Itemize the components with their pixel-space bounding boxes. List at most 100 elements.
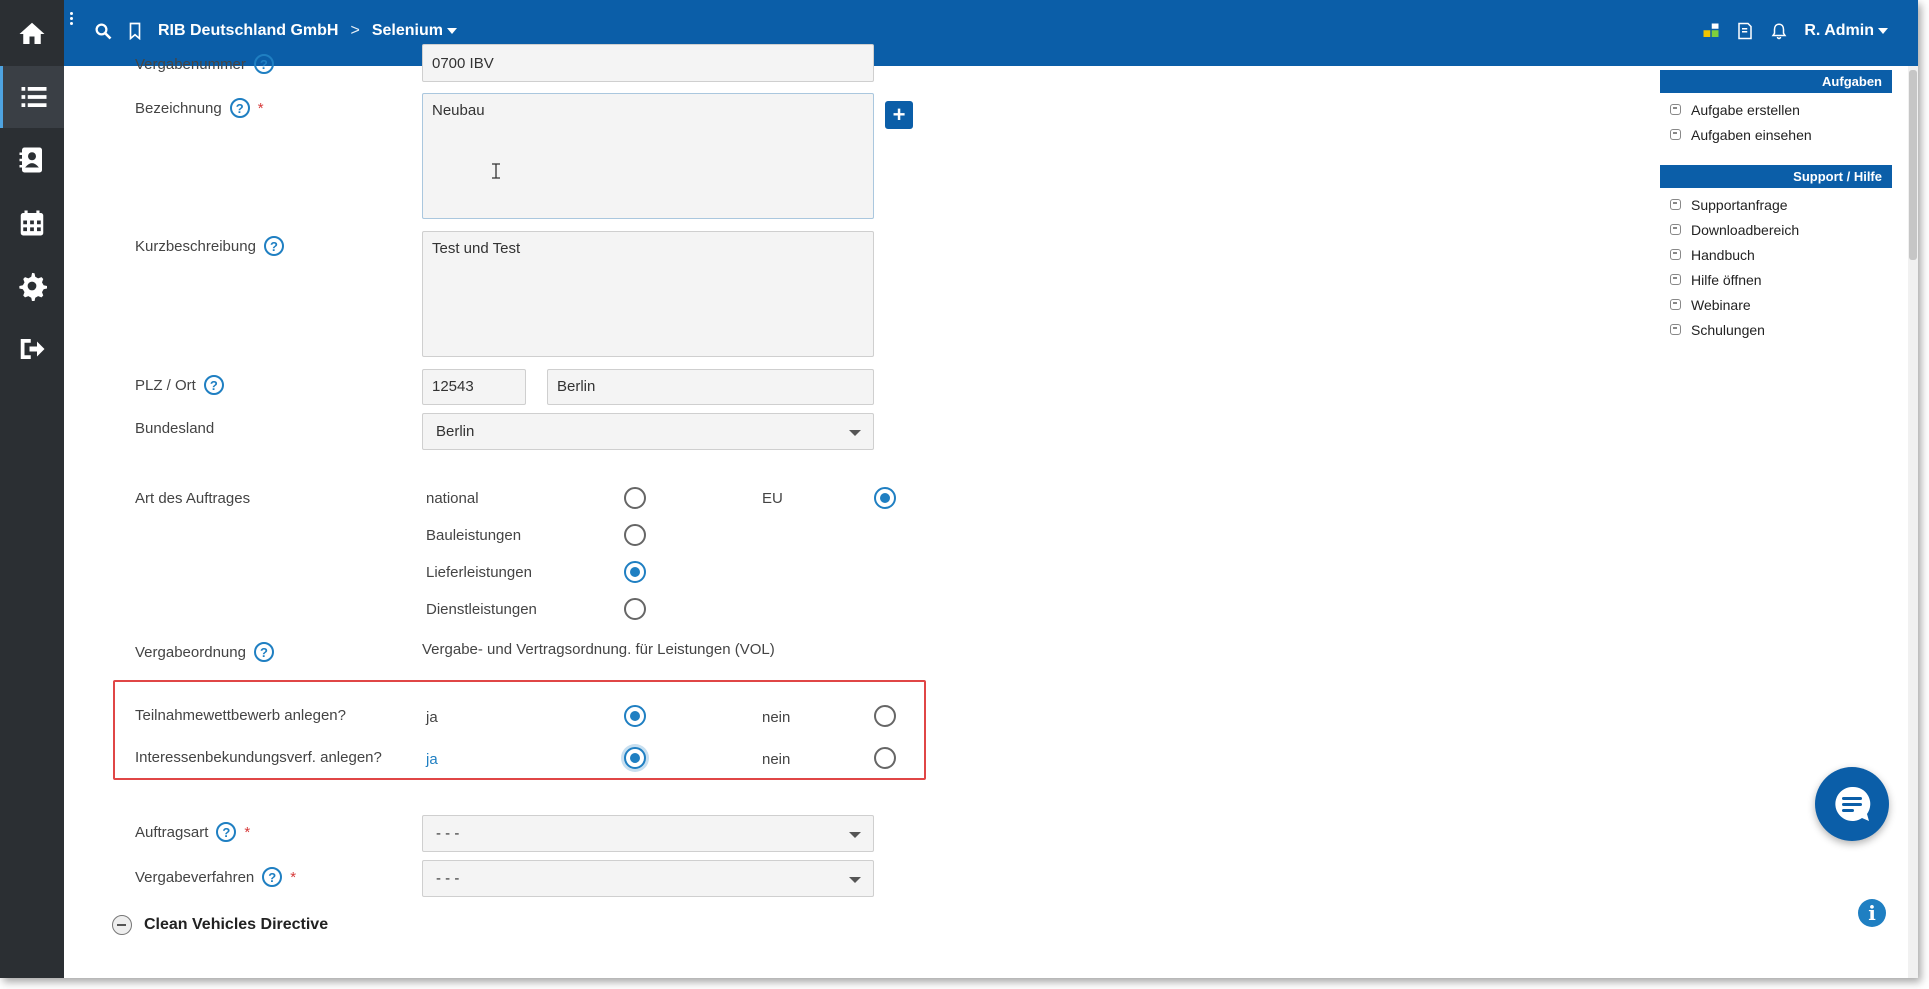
link-bullet-icon <box>1670 274 1681 285</box>
radio-interessen-ja[interactable] <box>624 747 646 769</box>
radio-teilnahme-ja[interactable] <box>624 705 646 727</box>
panel-link-aufgaben-einsehen[interactable]: Aufgaben einsehen <box>1660 122 1892 147</box>
panel-link-schulungen[interactable]: Schulungen <box>1660 317 1892 342</box>
link-bullet-icon <box>1670 224 1681 235</box>
breadcrumb-separator: > <box>350 22 360 39</box>
option-national-label: national <box>426 490 479 507</box>
radio-national[interactable] <box>624 487 646 509</box>
calendar-icon[interactable] <box>0 192 64 254</box>
radio-lieferleistungen[interactable] <box>624 561 646 583</box>
chat-button[interactable] <box>1815 767 1889 841</box>
vergabeverfahren-label: Vergabeverfahren? * <box>135 867 297 887</box>
bookmark-icon[interactable] <box>126 22 144 40</box>
teilnahme-nein-label: nein <box>762 709 791 726</box>
link-bullet-icon <box>1670 129 1681 140</box>
left-sidebar <box>0 0 64 978</box>
logout-icon[interactable] <box>0 318 64 380</box>
note-icon[interactable] <box>1736 22 1754 40</box>
kurzbeschreibung-label: Kurzbeschreibung? <box>135 236 284 256</box>
chevron-down-icon[interactable] <box>1878 28 1888 34</box>
info-icon[interactable]: i <box>1858 899 1886 927</box>
required-marker: * <box>257 99 264 117</box>
panel-link-supportanfrage[interactable]: Supportanfrage <box>1660 192 1892 217</box>
help-icon[interactable]: ? <box>229 98 250 118</box>
panel-title-support: Support / Hilfe <box>1660 165 1892 188</box>
text-cursor-icon <box>492 163 500 179</box>
apps-icon[interactable] <box>1702 22 1720 40</box>
chevron-down-icon <box>849 832 861 838</box>
chevron-down-icon[interactable] <box>446 28 457 34</box>
bezeichnung-label: Bezeichnung? * <box>135 98 264 118</box>
help-icon[interactable]: ? <box>216 822 237 842</box>
interessen-label: Interessenbekundungsverf. anlegen? <box>135 749 382 766</box>
help-icon[interactable]: ? <box>253 642 274 662</box>
ort-input[interactable]: Berlin <box>547 369 874 405</box>
option-dienstleistungen-label: Dienstleistungen <box>426 601 537 618</box>
support-panel: Support / Hilfe Supportanfrage Downloadb… <box>1660 165 1892 342</box>
interessen-nein-label: nein <box>762 751 791 768</box>
auftragsart-label: Auftragsart? * <box>135 822 251 842</box>
link-bullet-icon <box>1670 249 1681 260</box>
vergabeordnung-label: Vergabeordnung? <box>135 642 274 662</box>
scrollbar-thumb[interactable] <box>1909 70 1917 260</box>
breadcrumb-project[interactable]: Selenium <box>372 22 443 40</box>
vergabenummer-label: Vergabenummer? <box>135 54 274 74</box>
bundesland-value: Berlin <box>436 423 475 440</box>
interessen-ja-label: ja <box>426 751 438 768</box>
option-bauleistungen-label: Bauleistungen <box>426 527 522 544</box>
collapse-icon[interactable] <box>112 915 132 935</box>
add-button[interactable]: + <box>885 101 913 129</box>
vergabeordnung-value: Vergabe- und Vertragsordnung. für Leistu… <box>422 641 775 658</box>
radio-teilnahme-nein[interactable] <box>874 705 896 727</box>
user-menu[interactable]: R. Admin <box>1804 22 1874 40</box>
auftragsart-select[interactable]: - - - <box>422 815 874 852</box>
help-icon[interactable]: ? <box>263 236 284 256</box>
link-bullet-icon <box>1670 104 1681 115</box>
bundesland-label: Bundesland <box>135 420 215 437</box>
plz-ort-label: PLZ / Ort? <box>135 375 224 395</box>
plz-input[interactable]: 12543 <box>422 369 526 405</box>
home-icon[interactable] <box>0 3 64 65</box>
link-bullet-icon <box>1670 324 1681 335</box>
vergabeverfahren-select[interactable]: - - - <box>422 860 874 897</box>
search-icon[interactable] <box>94 22 112 40</box>
section-title: Clean Vehicles Directive <box>144 916 329 933</box>
option-eu-label: EU <box>762 490 783 507</box>
radio-eu[interactable] <box>874 487 896 509</box>
app-window: RIB Deutschland GmbH > Selenium R. Admin… <box>0 0 1918 978</box>
bezeichnung-textarea[interactable]: Neubau <box>422 93 874 219</box>
top-bar: RIB Deutschland GmbH > Selenium R. Admin <box>64 0 1918 66</box>
chat-icon <box>1835 786 1871 821</box>
option-lieferleistungen-label: Lieferleistungen <box>426 564 532 581</box>
radio-dienstleistungen[interactable] <box>624 598 646 620</box>
panel-link-aufgabe-erstellen[interactable]: Aufgabe erstellen <box>1660 97 1892 122</box>
chevron-down-icon <box>849 877 861 883</box>
teilnahme-label: Teilnahmewettbewerb anlegen? <box>135 707 346 724</box>
radio-interessen-nein[interactable] <box>874 747 896 769</box>
vergabenummer-field[interactable]: 0700 IBV <box>422 44 874 82</box>
auftragsart-value: - - - <box>436 825 460 842</box>
panel-link-webinare[interactable]: Webinare <box>1660 292 1892 317</box>
list-icon[interactable] <box>0 66 64 128</box>
help-icon[interactable]: ? <box>203 375 224 395</box>
breadcrumb-company[interactable]: RIB Deutschland GmbH <box>158 22 338 40</box>
help-icon[interactable]: ? <box>262 867 283 887</box>
bundesland-select[interactable]: Berlin <box>422 413 874 450</box>
panel-link-handbuch[interactable]: Handbuch <box>1660 242 1892 267</box>
kurzbeschreibung-textarea[interactable]: Test und Test <box>422 231 874 357</box>
chevron-down-icon <box>849 430 861 436</box>
form-area: Vergabenummer? 0700 IBV Bezeichnung? * Ne… <box>64 44 964 978</box>
bell-icon[interactable] <box>1770 22 1788 40</box>
aufgaben-panel: Aufgaben Aufgabe erstellen Aufgaben eins… <box>1660 70 1892 147</box>
contacts-icon[interactable] <box>0 129 64 191</box>
vergabeverfahren-value: - - - <box>436 870 460 887</box>
panel-link-hilfe-oeffnen[interactable]: Hilfe öffnen <box>1660 267 1892 292</box>
gear-icon[interactable] <box>0 255 64 317</box>
menu-dots-icon[interactable] <box>69 12 75 28</box>
radio-bauleistungen[interactable] <box>624 524 646 546</box>
section-clean-vehicles[interactable]: Clean Vehicles Directive <box>112 915 328 935</box>
help-icon[interactable]: ? <box>253 54 274 74</box>
link-bullet-icon <box>1670 199 1681 210</box>
panel-link-downloadbereich[interactable]: Downloadbereich <box>1660 217 1892 242</box>
required-marker: * <box>244 823 251 841</box>
